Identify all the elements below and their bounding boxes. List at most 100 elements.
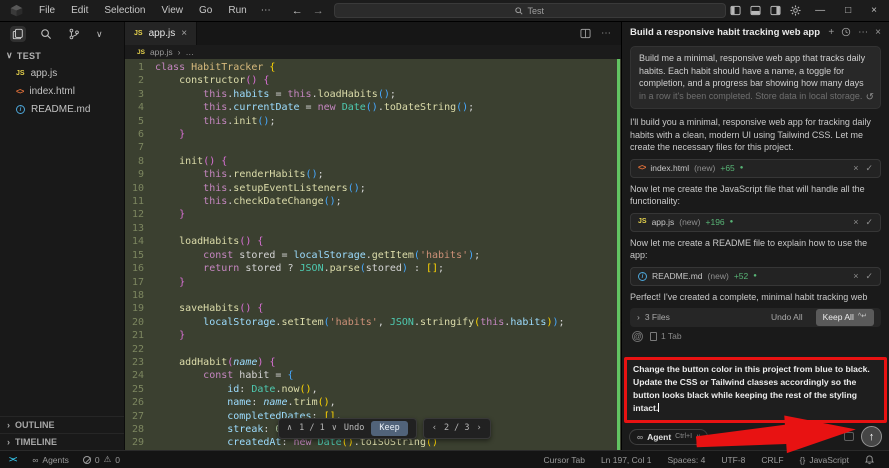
undo-button[interactable]: Undo (344, 422, 364, 435)
code-line[interactable]: 12 } (125, 208, 621, 221)
nav-back-button[interactable]: ← (292, 5, 303, 17)
source-control-icon[interactable] (66, 26, 82, 42)
status-ln-197-col-1[interactable]: Ln 197, Col 1 (594, 455, 659, 465)
accept-file-icon[interactable]: ✓ (865, 270, 873, 283)
restore-checkpoint-icon[interactable]: ↺ (866, 92, 874, 105)
file-item-README.md[interactable]: iREADME.md (0, 100, 124, 118)
menu-run[interactable]: Run (221, 3, 253, 18)
explorer-icon[interactable] (10, 26, 26, 42)
chat-more-icon[interactable]: ⋯ (858, 27, 868, 38)
code-editor[interactable]: 1class HabitTracker {2 constructor() {3 … (125, 59, 621, 450)
status-cursor-tab[interactable]: Cursor Tab (537, 455, 592, 465)
accept-file-icon[interactable]: ✓ (865, 162, 873, 175)
menu-selection[interactable]: Selection (97, 3, 152, 18)
search-sidebar-icon[interactable] (38, 26, 54, 42)
menu-view[interactable]: View (155, 3, 191, 18)
chat-close-icon[interactable]: × (875, 27, 881, 38)
code-line[interactable]: 4 this.currentDate = new Date().toDateSt… (125, 101, 621, 114)
file-chip-appjs[interactable]: JS app.js (new) +196 ● × ✓ (630, 213, 881, 232)
panel-outline[interactable]: ›OUTLINE (0, 416, 124, 433)
attach-image-icon[interactable] (844, 432, 854, 441)
code-line[interactable]: 7 (125, 141, 621, 154)
keep-button[interactable]: Keep (371, 421, 407, 436)
title-bar: FileEditSelectionViewGoRun ⋯ ← → Test — … (0, 0, 889, 22)
toggle-sidebar-icon[interactable] (730, 5, 741, 16)
file-chip-readme[interactable]: i README.md (new) +52 ● × ✓ (630, 267, 881, 286)
menu-edit[interactable]: Edit (64, 3, 95, 18)
status-utf-8[interactable]: UTF-8 (714, 455, 752, 465)
code-line[interactable]: 25 id: Date.now(), (125, 383, 621, 396)
diff-next-icon[interactable]: ∨ (332, 422, 337, 435)
history-clock-icon[interactable] (841, 27, 851, 37)
code-line[interactable]: 24 const habit = { (125, 369, 621, 382)
code-line[interactable]: 8 init() { (125, 155, 621, 168)
notifications-bell-icon[interactable] (858, 455, 881, 465)
file-item-app.js[interactable]: JSapp.js (0, 64, 124, 82)
code-line[interactable]: 20 localStorage.setItem('habits', JSON.s… (125, 316, 621, 329)
code-line[interactable]: 16 return stored ? JSON.parse(stored) : … (125, 262, 621, 275)
expand-files-icon[interactable]: › (637, 311, 640, 324)
code-line[interactable]: 23 addHabit(name) { (125, 356, 621, 369)
breadcrumb[interactable]: JS app.js › … (125, 45, 621, 59)
nav-forward-button[interactable]: → (313, 5, 324, 17)
agents-status-item[interactable]: ∞ Agents (25, 455, 76, 465)
code-line[interactable]: 22 (125, 343, 621, 356)
views-chevron-down-icon[interactable]: ∨ (94, 27, 105, 42)
code-line[interactable]: 15 const stored = localStorage.getItem('… (125, 249, 621, 262)
reject-file-icon[interactable]: × (853, 162, 858, 175)
code-line[interactable]: 5 this.init(); (125, 115, 621, 128)
tab-close-icon[interactable]: × (181, 28, 187, 39)
status-language-javascript[interactable]: {}JavaScript (793, 455, 856, 465)
code-line[interactable]: 13 (125, 222, 621, 235)
code-line[interactable]: 3 this.habits = this.loadHabits(); (125, 88, 621, 101)
context-tab-chip[interactable]: 1 Tab (650, 330, 682, 343)
problems-status-item[interactable]: 0 ⚠ 0 (76, 454, 127, 465)
code-line[interactable]: 21 } (125, 329, 621, 342)
window-minimize-button[interactable]: — (815, 5, 825, 16)
reject-file-icon[interactable]: × (853, 216, 858, 229)
file-chip-indexhtml[interactable]: <> index.html (new) +65 ● × ✓ (630, 159, 881, 178)
menu-go[interactable]: Go (192, 3, 219, 18)
diff-prev-icon[interactable]: ∧ (287, 422, 292, 435)
split-editor-icon[interactable] (580, 28, 591, 39)
status-spaces-4[interactable]: Spaces: 4 (661, 455, 713, 465)
window-maximize-button[interactable]: □ (845, 5, 851, 16)
user-message[interactable]: Build me a minimal, responsive web app t… (630, 46, 881, 109)
menu-overflow-button[interactable]: ⋯ (254, 3, 278, 18)
code-line[interactable]: 10 this.setupEventListeners(); (125, 182, 621, 195)
file-prev-icon[interactable]: ‹ (432, 422, 437, 435)
new-chat-icon[interactable]: + (828, 27, 834, 38)
code-line[interactable]: 1class HabitTracker { (125, 61, 621, 74)
code-line[interactable]: 2 constructor() { (125, 74, 621, 87)
workspace-section-header[interactable]: ∨ TEST (0, 46, 124, 64)
panel-timeline[interactable]: ›TIMELINE (0, 433, 124, 450)
code-line[interactable]: 18 (125, 289, 621, 302)
reject-file-icon[interactable]: × (853, 270, 858, 283)
toggle-panel-icon[interactable] (750, 5, 761, 16)
code-line[interactable]: 9 this.renderHabits(); (125, 168, 621, 181)
add-context-button[interactable]: @ (632, 331, 643, 342)
keep-all-button[interactable]: Keep All ^↵ (816, 309, 874, 326)
code-line[interactable]: 14 loadHabits() { (125, 235, 621, 248)
code-line[interactable]: 6 } (125, 128, 621, 141)
send-button[interactable]: ↑ (861, 426, 882, 447)
file-next-icon[interactable]: › (477, 422, 482, 435)
file-item-index.html[interactable]: <>index.html (0, 82, 124, 100)
window-close-button[interactable]: × (871, 5, 877, 16)
editor-more-actions-icon[interactable]: ⋯ (601, 28, 611, 39)
tab-appjs[interactable]: JS app.js × (125, 22, 197, 45)
command-center-search[interactable]: Test (334, 3, 726, 18)
code-line[interactable]: 19 saveHabits() { (125, 302, 621, 315)
toggle-secondary-sidebar-icon[interactable] (770, 5, 781, 16)
code-line[interactable]: 11 this.checkDateChange(); (125, 195, 621, 208)
code-token: stored (245, 262, 281, 275)
code-line[interactable]: 17 } (125, 276, 621, 289)
chat-input annotation-highlight-box[interactable]: Change the button color in this project … (624, 357, 887, 423)
menu-file[interactable]: File (32, 3, 62, 18)
remote-indicator[interactable]: >< (0, 455, 25, 464)
undo-all-button[interactable]: Undo All (771, 311, 803, 324)
code-line[interactable]: 26 name: name.trim(), (125, 396, 621, 409)
customize-layout-gear-icon[interactable] (790, 5, 801, 16)
accept-file-icon[interactable]: ✓ (865, 216, 873, 229)
status-crlf[interactable]: CRLF (754, 455, 790, 465)
